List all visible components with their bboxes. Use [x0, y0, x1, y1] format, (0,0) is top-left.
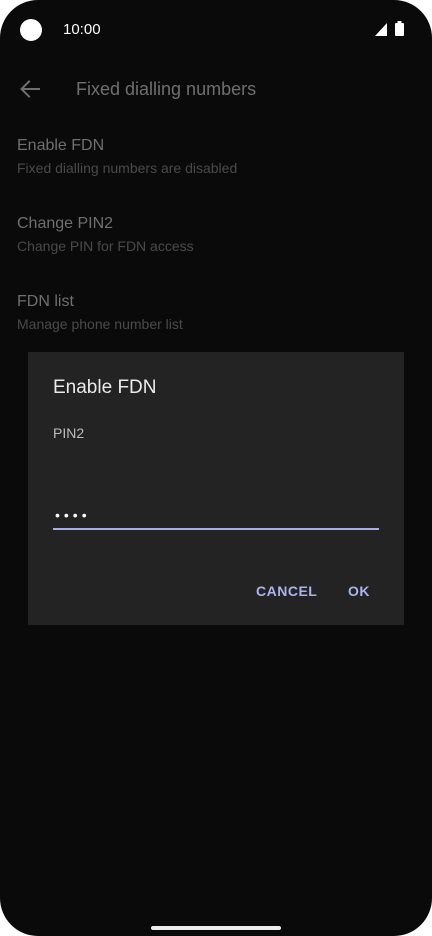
phone-screen: 10:00 Fixed dialling numbers Enable FDN … — [0, 0, 432, 936]
battery-icon — [395, 21, 404, 36]
pin2-input[interactable]: •••• — [53, 502, 379, 530]
ok-button[interactable]: OK — [348, 582, 370, 600]
pin2-value: •••• — [55, 507, 91, 523]
pref-title: Enable FDN — [17, 137, 105, 154]
pin2-label: PIN2 — [53, 425, 85, 441]
pref-summary: Manage phone number list — [17, 316, 183, 332]
pref-fdn-list[interactable]: FDN list Manage phone number list — [17, 292, 417, 333]
pref-change-pin2[interactable]: Change PIN2 Change PIN for FDN access — [17, 214, 417, 255]
pref-title: FDN list — [17, 293, 74, 310]
home-indicator[interactable] — [151, 926, 281, 930]
signal-icon — [375, 23, 387, 36]
pref-title: Change PIN2 — [17, 215, 114, 232]
camera-dot — [20, 19, 42, 41]
arrow-left-icon — [20, 80, 40, 98]
pref-enable-fdn[interactable]: Enable FDN Fixed dialling numbers are di… — [17, 136, 417, 177]
enable-fdn-dialog: Enable FDN PIN2 •••• CANCEL OK — [28, 352, 404, 625]
page-title: Fixed dialling numbers — [76, 79, 257, 99]
status-time: 10:00 — [63, 21, 101, 38]
dialog-title: Enable FDN — [53, 377, 157, 398]
cancel-button[interactable]: CANCEL — [256, 582, 317, 600]
pref-summary: Change PIN for FDN access — [17, 238, 194, 254]
pref-summary: Fixed dialling numbers are disabled — [17, 160, 238, 176]
status-bar: 10:00 — [0, 0, 432, 60]
back-button[interactable] — [14, 73, 46, 105]
app-bar: Fixed dialling numbers — [0, 60, 432, 118]
